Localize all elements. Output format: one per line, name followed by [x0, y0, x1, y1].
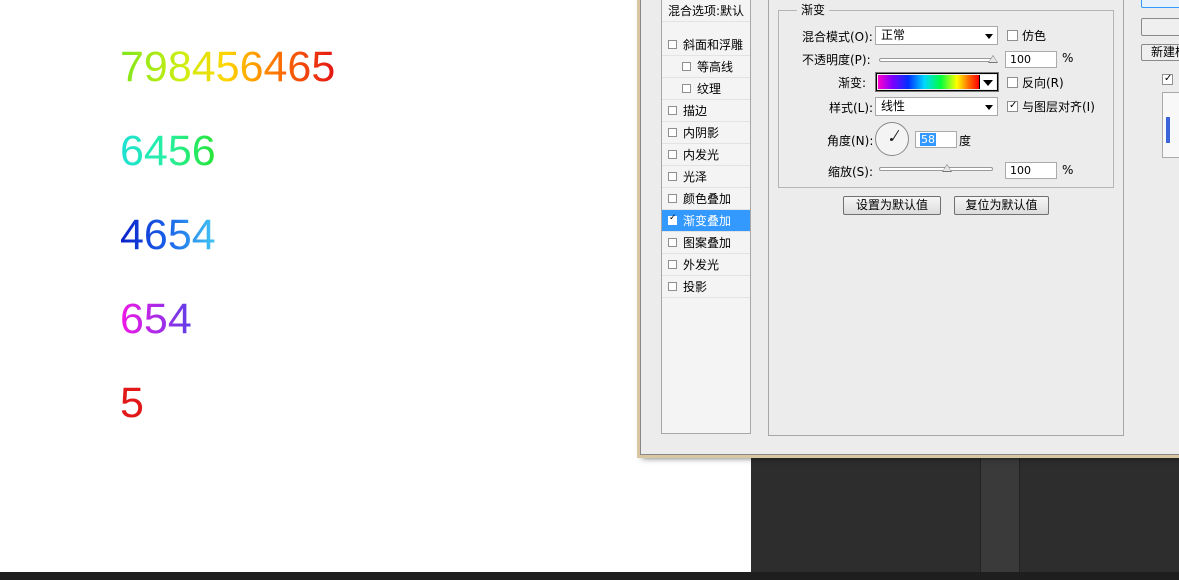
style-item-checkbox[interactable] — [668, 106, 677, 115]
style-preview-thumbnail — [1162, 92, 1179, 158]
style-item-checkbox[interactable] — [682, 84, 691, 93]
style-item-checkbox[interactable] — [682, 62, 691, 71]
blend-mode-select[interactable]: 正常 — [875, 26, 998, 45]
align-checkbox-box[interactable]: ✓ — [1007, 101, 1018, 112]
reset-default-button[interactable]: 复位为默认值 — [954, 196, 1049, 215]
style-item-checkbox[interactable] — [668, 150, 677, 159]
angle-needle — [892, 129, 900, 141]
scale-label: 缩放(S): — [828, 165, 874, 179]
angle-input[interactable]: 58 — [915, 131, 957, 148]
gradient-picker[interactable] — [875, 72, 999, 92]
style-item-checkbox[interactable] — [668, 128, 677, 137]
group-title: 渐变 — [797, 1, 830, 18]
angle-unit: 度 — [959, 134, 972, 148]
make-default-button[interactable]: 设置为默认值 — [843, 196, 941, 215]
style-item[interactable]: 斜面和浮雕 — [662, 34, 750, 56]
opacity-unit: % — [1062, 51, 1074, 65]
chevron-down-icon — [985, 34, 993, 39]
style-item-label: 斜面和浮雕 — [683, 38, 744, 52]
reverse-checkbox-box[interactable] — [1007, 77, 1018, 88]
preview-swatch — [1166, 117, 1170, 143]
reverse-label: 反向(R) — [1022, 76, 1064, 90]
gradient-style-select[interactable]: 线性 — [875, 97, 998, 116]
workspace-background — [751, 440, 1179, 572]
style-item[interactable]: ✓ 渐变叠加 — [662, 210, 750, 232]
style-item-checkbox[interactable] — [668, 260, 677, 269]
layer-style-dialog: 混合选项:默认 斜面和浮雕等高线纹理描边内阴影内发光光泽颜色叠加 ✓ 渐变叠加图案叠… — [640, 0, 1179, 455]
style-item[interactable]: 描边 — [662, 100, 750, 122]
canvas-bottom-edge — [0, 572, 1179, 580]
scale-input[interactable]: 100 — [1005, 162, 1057, 179]
check-icon: ✓ — [1009, 100, 1018, 111]
style-item-label: 投影 — [683, 280, 708, 294]
opacity-input[interactable]: 100 — [1005, 51, 1057, 68]
gradient-dropdown-icon[interactable] — [979, 75, 996, 89]
style-item-checkbox[interactable] — [668, 40, 677, 49]
chevron-down-icon — [985, 105, 993, 110]
preview-checkbox-box[interactable]: ✓ — [1162, 74, 1173, 85]
align-label: 与图层对齐(I) — [1022, 100, 1095, 114]
style-item[interactable]: 内阴影 — [662, 122, 750, 144]
check-icon: ✓ — [1164, 73, 1173, 84]
scale-unit: % — [1062, 163, 1074, 177]
style-item[interactable]: 外发光 — [662, 254, 750, 276]
workspace-strip — [980, 440, 1020, 572]
style-item[interactable]: 纹理 — [662, 78, 750, 100]
opacity-label: 不透明度(P): — [802, 53, 871, 67]
opacity-slider-track[interactable] — [879, 58, 993, 62]
style-item-checkbox[interactable] — [668, 194, 677, 203]
new-style-button[interactable]: 新建样 — [1141, 44, 1179, 61]
opacity-slider-thumb[interactable] — [988, 55, 998, 63]
style-item-label: 内阴影 — [683, 126, 720, 140]
scale-slider-track[interactable] — [879, 167, 993, 171]
gradient-text-line-5: 5 — [120, 379, 144, 427]
angle-label: 角度(N): — [827, 134, 874, 148]
dither-checkbox-box[interactable] — [1007, 30, 1018, 41]
gradient-text-line-1: 798456465 — [120, 43, 336, 91]
style-item[interactable]: 颜色叠加 — [662, 188, 750, 210]
style-item-checkbox[interactable]: ✓ — [668, 213, 677, 225]
blending-options-label: 混合选项:默认 — [668, 4, 745, 18]
blend-mode-value: 正常 — [881, 28, 906, 42]
style-item[interactable]: 投影 — [662, 276, 750, 298]
gradient-text-line-3: 4654 — [120, 211, 216, 259]
blend-mode-label: 混合模式(O): — [802, 30, 873, 44]
style-item-checkbox[interactable] — [668, 238, 677, 247]
style-item-label: 颜色叠加 — [683, 192, 732, 206]
scale-slider-thumb[interactable] — [942, 164, 953, 172]
style-item-label: 光泽 — [683, 170, 708, 184]
gradient-style-value: 线性 — [881, 99, 906, 113]
style-item-checkbox[interactable] — [668, 282, 677, 291]
style-item-label: 纹理 — [697, 82, 722, 96]
style-item-label: 等高线 — [697, 60, 734, 74]
document-canvas[interactable]: 798456465 6456 4654 654 5 — [0, 0, 751, 572]
cancel-button[interactable] — [1141, 18, 1179, 36]
gradient-text-line-4: 654 — [120, 295, 192, 343]
gradient-label: 渐变: — [838, 76, 867, 90]
ok-button[interactable] — [1141, 0, 1179, 8]
style-item-label: 外发光 — [683, 258, 720, 272]
blending-options-item[interactable]: 混合选项:默认 — [662, 0, 750, 22]
angle-value: 58 — [920, 133, 936, 146]
angle-dial[interactable] — [875, 122, 909, 156]
style-label: 样式(L): — [829, 101, 874, 115]
style-item[interactable]: 图案叠加 — [662, 232, 750, 254]
style-item[interactable]: 光泽 — [662, 166, 750, 188]
gradient-preview[interactable] — [878, 75, 979, 89]
gradient-text-line-2: 6456 — [120, 127, 216, 175]
style-item-label: 渐变叠加 — [683, 214, 732, 228]
style-item-label: 描边 — [683, 104, 708, 118]
dither-label: 仿色 — [1022, 29, 1047, 43]
style-item[interactable]: 内发光 — [662, 144, 750, 166]
angle-center — [890, 138, 893, 141]
check-icon: ✓ — [669, 213, 677, 223]
style-item[interactable]: 等高线 — [662, 56, 750, 78]
style-item-checkbox[interactable] — [668, 172, 677, 181]
style-item-label: 图案叠加 — [683, 236, 732, 250]
style-list: 混合选项:默认 斜面和浮雕等高线纹理描边内阴影内发光光泽颜色叠加 ✓ 渐变叠加图案叠… — [661, 0, 751, 434]
style-item-label: 内发光 — [683, 148, 720, 162]
